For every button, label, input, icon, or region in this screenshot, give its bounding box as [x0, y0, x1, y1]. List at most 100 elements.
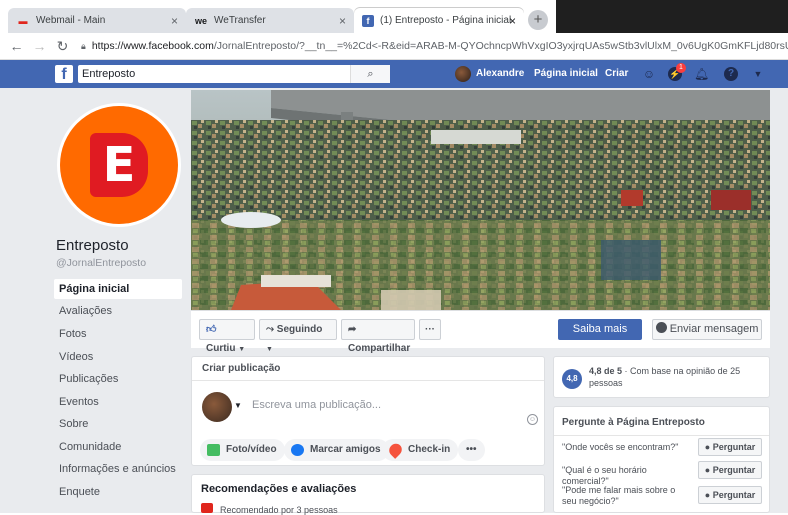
create-post-header[interactable]: Criar publicação — [192, 357, 544, 381]
recommendation-icon — [201, 503, 213, 513]
notifications-bell-icon[interactable]: 🔔︎ — [694, 67, 709, 81]
create-post-box: Criar publicação ▼ Escreva uma publicaçã… — [191, 356, 545, 466]
address-bar: ← → ↻ 🔒︎ https://www.facebook.com/Jornal… — [0, 33, 788, 60]
suggested-question: "Onde vocês se encontram?" — [562, 442, 679, 452]
suggested-question: "Pode me falar mais sobre o seu negócio?… — [562, 485, 676, 506]
user-name-link[interactable]: Alexandre — [476, 60, 524, 88]
follow-button[interactable]: ⤳ Seguindo ▼ — [259, 319, 337, 353]
sidebar-item-reviews[interactable]: Avaliações — [54, 301, 182, 321]
sidebar-item-events[interactable]: Eventos — [54, 392, 182, 412]
recommendations-box: Recomendações e avaliações Recomendado p… — [191, 474, 545, 515]
send-message-label: Enviar mensagem — [669, 323, 759, 335]
create-link[interactable]: Criar — [605, 60, 628, 88]
send-message-button[interactable]: Enviar mensagem — [652, 319, 762, 340]
logo-letter: E — [90, 133, 148, 197]
chevron-down-icon: ▼ — [266, 346, 273, 353]
share-button[interactable]: ➦ Compartilhar — [341, 319, 415, 354]
search-value: Entreposto — [82, 68, 136, 80]
browser-tab-strip: ▬ Webmail - Main × we WeTransfer × f (1)… — [0, 0, 788, 33]
chevron-down-icon[interactable]: ▼ — [234, 401, 242, 410]
recommendations-title[interactable]: Recomendações e avaliações — [201, 483, 356, 495]
tab-wetransfer[interactable]: we WeTransfer × — [186, 8, 354, 33]
lock-icon: 🔒︎ — [81, 40, 86, 51]
sidebar-item-home[interactable]: Página inicial — [54, 279, 182, 299]
tab-title: Webmail - Main — [36, 15, 106, 26]
facebook-icon: f — [362, 14, 374, 27]
messenger-icon — [655, 322, 667, 333]
share-arrow-icon: ➦ — [348, 324, 357, 335]
ask-button-label: Perguntar — [712, 442, 756, 452]
ask-page-title: Pergunte à Página Entreposto — [562, 417, 705, 428]
chevron-down-icon: ▼ — [238, 346, 246, 353]
close-icon[interactable]: × — [509, 14, 516, 28]
like-label: Curtiu — [206, 343, 236, 354]
sidebar-item-posts[interactable]: Publicações — [54, 369, 182, 389]
search-icon[interactable]: ⌕ — [350, 65, 390, 83]
thumbs-up-icon: 👍︎ — [206, 324, 217, 335]
ask-button-label: Perguntar — [712, 490, 756, 500]
chat-icon: ● — [704, 465, 711, 475]
rss-icon: ⤳ — [266, 324, 274, 335]
tab-strip-background — [556, 0, 788, 33]
tag-friends-label: Marcar amigos — [310, 444, 381, 455]
home-link[interactable]: Página inicial — [534, 60, 598, 88]
more-actions-button[interactable]: ··· — [419, 319, 441, 340]
account-menu-chevron-icon[interactable]: ▼ — [751, 67, 765, 81]
post-composer-input[interactable]: Escreva uma publicação... — [252, 399, 381, 411]
location-pin-icon — [386, 441, 405, 459]
entreposto-logo: E — [60, 106, 178, 224]
page-action-bar: 👍︎ Curtiu ▼ ⤳ Seguindo ▼ ➦ Compartilhar … — [191, 310, 770, 354]
rating-text[interactable]: 4,8 de 5 · Com base na opinião de 25 pes… — [589, 365, 764, 389]
ask-button[interactable]: ● Perguntar — [698, 486, 762, 504]
divider — [554, 435, 769, 436]
emoji-icon[interactable]: ☺ — [527, 414, 538, 425]
sidebar-item-poll[interactable]: Enquete — [54, 482, 182, 502]
url-host: https://www.facebook.com — [91, 40, 214, 52]
new-tab-button[interactable]: + — [528, 10, 548, 30]
tab-facebook[interactable]: f (1) Entreposto - Página inicial × — [354, 8, 524, 33]
user-avatar — [202, 392, 232, 422]
tab-webmail[interactable]: ▬ Webmail - Main × — [8, 8, 186, 33]
sidebar-item-videos[interactable]: Vídeos — [54, 347, 182, 367]
tag-friends-icon — [291, 444, 304, 456]
tab-title: (1) Entreposto - Página inicial — [380, 15, 512, 26]
search-input[interactable]: Entreposto ⌕ — [78, 65, 390, 83]
follow-label: Seguindo — [276, 324, 323, 335]
facebook-logo-icon[interactable]: f — [55, 65, 73, 83]
page-handle[interactable]: @JornalEntreposto — [56, 257, 146, 269]
url-field[interactable]: https://www.facebook.com/JornalEntrepost… — [92, 40, 788, 52]
ask-button[interactable]: ● Perguntar — [698, 461, 762, 479]
tag-friends-button[interactable]: Marcar amigos — [284, 439, 389, 461]
close-icon[interactable]: × — [339, 14, 346, 28]
forward-icon[interactable]: → — [31, 38, 48, 54]
webmail-icon: ▬ — [18, 15, 28, 26]
check-in-label: Check-in — [408, 444, 451, 455]
page-profile-picture[interactable]: E — [57, 103, 181, 227]
cover-photo[interactable] — [191, 90, 770, 310]
back-icon[interactable]: ← — [8, 38, 25, 54]
check-in-button[interactable]: Check-in — [382, 439, 459, 461]
sidebar-item-info-and-ads[interactable]: Informações e anúncios — [54, 459, 182, 479]
help-icon[interactable]: ? — [724, 67, 738, 81]
suggested-question: "Qual é o seu horário comercial?" — [562, 465, 647, 486]
photo-video-button[interactable]: Foto/vídeo — [200, 439, 285, 461]
like-button[interactable]: 👍︎ Curtiu ▼ — [199, 319, 255, 354]
rating-badge: 4,8 — [562, 369, 582, 389]
friend-requests-icon[interactable]: ☺ — [642, 67, 656, 81]
page-title[interactable]: Entreposto — [56, 237, 129, 254]
photo-video-label: Foto/vídeo — [226, 444, 277, 455]
sidebar-item-community[interactable]: Comunidade — [54, 437, 182, 457]
more-options-button[interactable]: ••• — [458, 439, 485, 461]
sidebar-item-photos[interactable]: Fotos — [54, 324, 182, 344]
ask-button[interactable]: ● Perguntar — [698, 438, 762, 456]
user-avatar[interactable] — [455, 66, 471, 82]
close-icon[interactable]: × — [171, 14, 178, 28]
sidebar-item-about[interactable]: Sobre — [54, 414, 182, 434]
ask-page-box: Pergunte à Página Entreposto "Onde vocês… — [553, 406, 770, 513]
wetransfer-icon: we — [194, 15, 207, 26]
notification-badge: 1 — [676, 63, 686, 73]
recommendations-subtitle: Recomendado por 3 pessoas — [220, 505, 338, 515]
chat-icon: ● — [704, 442, 711, 452]
reload-icon[interactable]: ↻ — [54, 38, 71, 55]
learn-more-button[interactable]: Saiba mais — [558, 319, 642, 340]
